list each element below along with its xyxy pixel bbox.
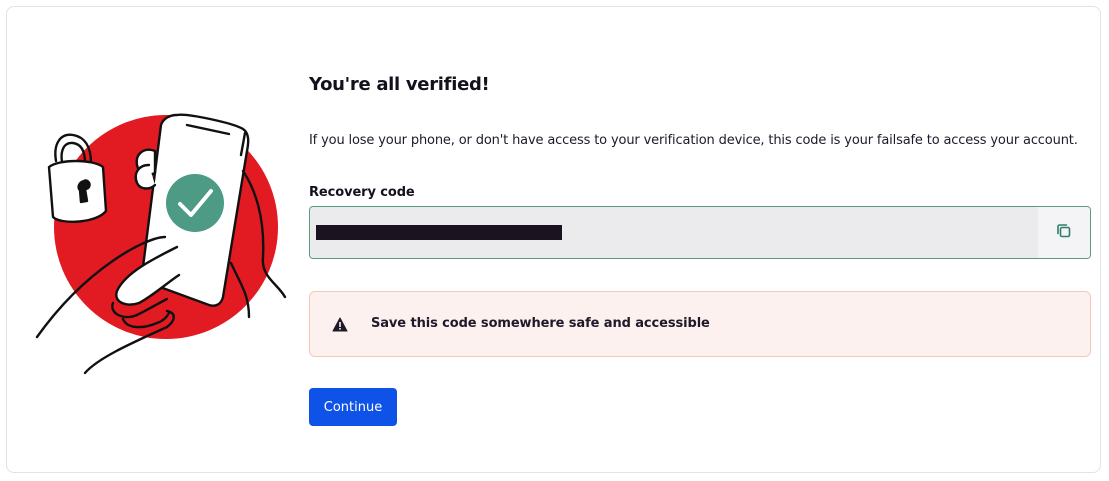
checkmark-icon [166, 174, 224, 232]
copy-button[interactable] [1038, 207, 1090, 258]
page-title: You're all verified! [309, 74, 490, 95]
alert-message: Save this code somewhere safe and access… [371, 316, 710, 331]
verification-card: You're all verified! If you lose your ph… [6, 6, 1101, 473]
save-code-alert: Save this code somewhere safe and access… [309, 291, 1091, 357]
continue-button[interactable]: Continue [309, 388, 397, 426]
recovery-description: If you lose your phone, or don't have ac… [309, 133, 1078, 148]
recovery-code-value [316, 225, 562, 240]
warning-triangle-icon [332, 317, 348, 336]
verification-illustration [27, 107, 297, 387]
recovery-code-field[interactable] [309, 206, 1091, 259]
copy-icon [1055, 222, 1073, 244]
recovery-code-label: Recovery code [309, 185, 415, 200]
